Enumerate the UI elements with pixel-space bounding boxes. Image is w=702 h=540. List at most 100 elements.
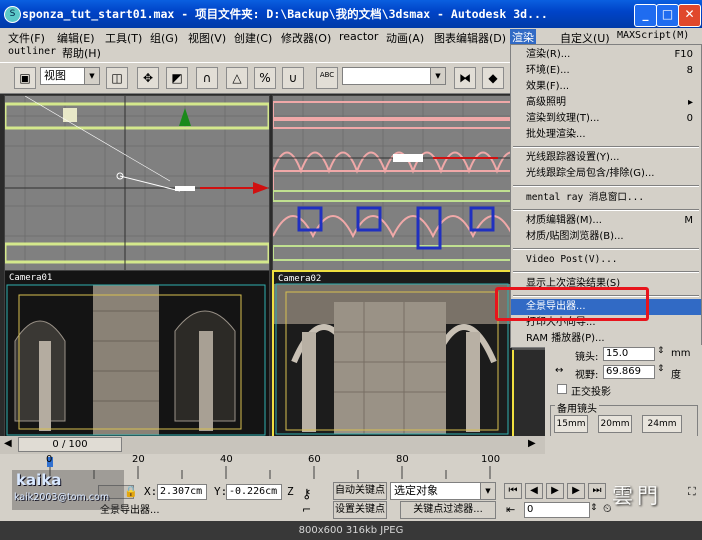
viewport-front[interactable]	[272, 95, 512, 271]
viewport-camera01[interactable]: Camera01	[4, 270, 270, 438]
menu-create[interactable]: 创建(C)	[234, 30, 272, 46]
key-filters-button[interactable]: 关键点过滤器...	[400, 501, 496, 519]
lens-label: 镜头:	[575, 352, 599, 363]
fov-input[interactable]: 69.869	[603, 365, 655, 379]
tick-label-20: 20	[132, 454, 145, 465]
viewport-top[interactable]	[4, 95, 270, 271]
menu-file[interactable]: 文件(F)	[8, 30, 45, 46]
menu-separator	[513, 209, 699, 211]
menu-tools[interactable]: 工具(T)	[105, 30, 142, 46]
menu-item-render-to-texture[interactable]: 渲染到纹理(T)... 0	[511, 111, 701, 127]
next-frame-icon[interactable]: ▶	[567, 483, 585, 499]
menu-item-environment[interactable]: 环境(E)... 8	[511, 63, 701, 79]
menu-item-raytrace-include-exclude[interactable]: 光线跟踪全局包含/排除(G)...	[511, 166, 701, 182]
close-button[interactable]: ✕	[678, 4, 701, 27]
menu-outliner[interactable]: outliner	[8, 46, 56, 57]
app-icon[interactable]: S	[4, 6, 21, 23]
menu-rendering[interactable]: 渲染	[510, 29, 536, 44]
maximize-button[interactable]: □	[656, 4, 679, 27]
menu-modifiers[interactable]: 修改器(O)	[281, 30, 331, 46]
menu-separator	[513, 271, 699, 273]
image-info-footer: 800x600 316kb JPEG	[0, 521, 702, 540]
set-key-button[interactable]: 设置关键点	[333, 501, 387, 519]
named-selection-dropdown[interactable]: ▼	[342, 67, 446, 85]
previous-frame-icon[interactable]: ◀	[525, 483, 543, 499]
orthographic-checkbox[interactable]	[557, 384, 567, 394]
fov-unit: 度	[671, 370, 681, 381]
lens-input[interactable]: 15.0	[603, 347, 655, 361]
viewport-label-camera02: Camera02	[278, 274, 322, 284]
x-coordinate-input[interactable]: 2.307cm	[157, 484, 207, 500]
viewport-label-camera01: Camera01	[9, 273, 53, 283]
title-bar: S sponza_tut_start01.max - 项目文件夹: D:\Bac…	[0, 0, 702, 28]
box-snap-icon[interactable]: ◩	[166, 67, 188, 89]
mirror-icon[interactable]: ⧓	[454, 67, 476, 89]
x-label: X:	[144, 485, 158, 498]
menu-reactor[interactable]: reactor	[339, 30, 378, 43]
percent-snap-icon[interactable]: %	[254, 67, 276, 89]
chevron-down-icon: ▼	[430, 68, 445, 84]
spinner-icon[interactable]: ⇕	[657, 346, 665, 356]
move-gizmo-icon[interactable]: ✥	[137, 67, 159, 89]
menu-maxscript[interactable]: MAXScript(M)	[617, 30, 689, 41]
menu-item-batch-render[interactable]: 批处理渲染...	[511, 127, 701, 143]
lens-20mm-button[interactable]: 20mm	[598, 415, 632, 433]
minimize-button[interactable]: _	[634, 4, 657, 27]
key-icon[interactable]: ⚷	[302, 487, 312, 502]
spinner-icon[interactable]: ⇕	[657, 364, 665, 374]
time-slider-thumb[interactable]: 0 / 100	[18, 437, 122, 452]
menu-item-material-editor[interactable]: 材质编辑器(M)... M	[511, 213, 701, 229]
align-icon[interactable]: ◆	[482, 67, 504, 89]
menu-separator	[513, 248, 699, 250]
menu-help[interactable]: 帮助(H)	[62, 45, 101, 61]
slider-left-arrow-icon[interactable]: ◀	[4, 438, 12, 449]
fov-label: 视野:	[575, 370, 599, 381]
go-to-start-icon[interactable]: ⏮	[504, 483, 522, 499]
go-to-end-icon[interactable]: ⏭	[588, 483, 606, 499]
z-label: Z	[287, 485, 294, 498]
slider-right-arrow-icon[interactable]: ▶	[528, 438, 536, 449]
lock-selection-icon[interactable]: 🔒	[124, 485, 138, 498]
prompt-line: 全景导出器...	[100, 505, 160, 516]
pivot-center-icon[interactable]: ◫	[106, 67, 128, 89]
window-title: sponza_tut_start01.max - 项目文件夹: D:\Backu…	[22, 7, 548, 21]
menu-item-material-browser[interactable]: 材质/贴图浏览器(B)...	[511, 229, 701, 245]
camera01-render	[6, 284, 266, 436]
menu-item-mental-ray-messages[interactable]: mental ray 消息窗口...	[511, 190, 701, 206]
menu-edit[interactable]: 编辑(E)	[57, 30, 95, 46]
auto-key-button[interactable]: 自动关键点	[333, 482, 387, 500]
spinner-icon[interactable]: ⇕	[590, 503, 598, 513]
menu-item-effects[interactable]: 效果(F)...	[511, 79, 701, 95]
menu-animation[interactable]: 动画(A)	[386, 30, 424, 46]
abc-label: ABC	[319, 71, 335, 79]
stock-lenses-title: 备用镜头	[555, 400, 599, 415]
maximize-viewport-icon[interactable]: ⛶	[688, 485, 696, 499]
play-icon[interactable]: ▶	[546, 483, 564, 499]
reference-coordinate-dropdown[interactable]: 视图 ▼	[40, 67, 100, 85]
selection-set-value: 选定对象	[394, 484, 438, 497]
current-frame-input[interactable]: 0	[524, 502, 590, 518]
selection-set-dropdown[interactable]: 选定对象 ▼	[390, 482, 496, 500]
key-mode-icon[interactable]: ⇤	[506, 503, 515, 516]
edit-named-selection-icon[interactable]: ABC	[316, 67, 338, 89]
fov-direction-icon[interactable]: ↔	[555, 365, 563, 376]
y-coordinate-input[interactable]: -0.226cm	[226, 484, 282, 500]
angle-snap-icon[interactable]: △	[226, 67, 248, 89]
menu-item-advanced-lighting[interactable]: 高级照明 ▸	[511, 95, 701, 111]
lens-15mm-button[interactable]: 15mm	[554, 415, 588, 433]
menu-item-render[interactable]: 渲染(R)... F10	[511, 47, 701, 63]
menu-views[interactable]: 视图(V)	[188, 30, 226, 46]
menu-group[interactable]: 组(G)	[150, 30, 178, 46]
viewport-camera02[interactable]: Camera02	[272, 270, 514, 440]
menu-item-raytracer-settings[interactable]: 光线跟踪器设置(Y)...	[511, 150, 701, 166]
menu-graph-editors[interactable]: 图表编辑器(D)	[434, 30, 506, 46]
tick-label-100: 100	[481, 454, 501, 465]
time-configuration-icon[interactable]: ⏲	[603, 502, 612, 516]
snap-3d-icon[interactable]: ∩	[196, 67, 218, 89]
orthographic-label: 正交投影	[571, 387, 611, 398]
lens-24mm-button[interactable]: 24mm	[642, 415, 682, 433]
spinner-snap-icon[interactable]: ∪	[282, 67, 304, 89]
select-manipulate-icon[interactable]: ▣	[14, 67, 36, 89]
menu-item-video-post[interactable]: Video Post(V)...	[511, 252, 701, 268]
chevron-down-icon: ▼	[84, 68, 99, 84]
